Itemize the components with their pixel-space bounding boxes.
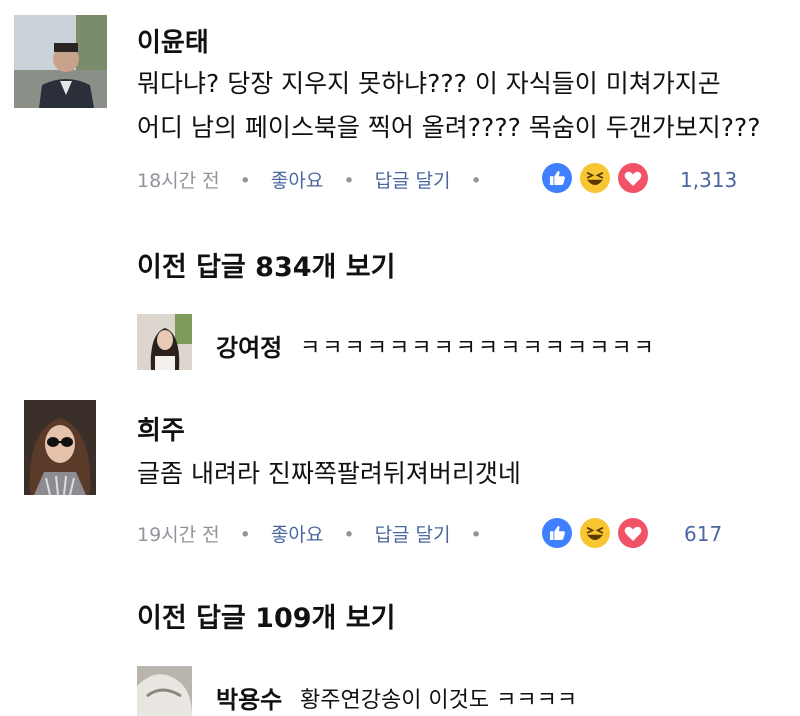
comment-text-line-2: 어디 남의 페이스북을 찍어 올려???? 목숨이 두갠가보지??? xyxy=(137,113,761,142)
avatar[interactable] xyxy=(137,666,192,716)
reply-text: 황주연강송이 이것도 ㅋㅋㅋㅋ xyxy=(300,688,578,713)
reaction-count[interactable]: 1,313 xyxy=(680,168,737,192)
love-icon xyxy=(616,161,650,195)
comment-author[interactable]: 희주 xyxy=(137,410,185,447)
love-icon xyxy=(616,516,650,550)
reaction-summary[interactable] xyxy=(540,161,652,195)
comment-timestamp: 18시간 전 xyxy=(137,170,220,192)
like-link[interactable]: 좋아요 xyxy=(271,524,323,546)
separator-dot: • xyxy=(239,524,251,546)
reply-author[interactable]: 박용수 xyxy=(216,680,282,715)
haha-icon xyxy=(578,161,612,195)
reaction-summary[interactable] xyxy=(540,516,652,550)
comment-meta-row: 19시간 전 • 좋아요 • 답글 달기 • xyxy=(137,520,502,547)
comment-timestamp: 19시간 전 xyxy=(137,524,220,546)
reply-author[interactable]: 강여정 xyxy=(216,328,282,363)
avatar[interactable] xyxy=(24,400,96,495)
reply-link[interactable]: 답글 달기 xyxy=(375,524,451,546)
comment-meta-row: 18시간 전 • 좋아요 • 답글 달기 • xyxy=(137,166,502,193)
separator-dot: • xyxy=(470,524,482,546)
separator-dot: • xyxy=(343,170,355,192)
like-icon xyxy=(540,516,574,550)
reply-text: ㅋㅋㅋㅋㅋㅋㅋㅋㅋㅋㅋㅋㅋㅋㅋㅋ xyxy=(300,336,656,361)
view-previous-replies-link[interactable]: 이전 답글 109개 보기 xyxy=(137,596,395,635)
comment-text: 글좀 내려라 진짜쪽팔려뒤져버리갯네 xyxy=(137,459,521,488)
reply-link[interactable]: 답글 달기 xyxy=(375,170,451,192)
like-icon xyxy=(540,161,574,195)
separator-dot: • xyxy=(343,524,355,546)
separator-dot: • xyxy=(239,170,251,192)
comment-text-line-1: 뭐다냐? 당장 지우지 못하냐??? 이 자식들이 미쳐가지곤 xyxy=(137,69,721,98)
avatar[interactable] xyxy=(14,15,107,108)
separator-dot: • xyxy=(470,170,482,192)
like-link[interactable]: 좋아요 xyxy=(271,170,323,192)
avatar[interactable] xyxy=(137,314,192,370)
view-previous-replies-link[interactable]: 이전 답글 834개 보기 xyxy=(137,245,395,284)
comment-author[interactable]: 이윤태 xyxy=(137,22,209,59)
haha-icon xyxy=(578,516,612,550)
reaction-count[interactable]: 617 xyxy=(684,522,722,546)
